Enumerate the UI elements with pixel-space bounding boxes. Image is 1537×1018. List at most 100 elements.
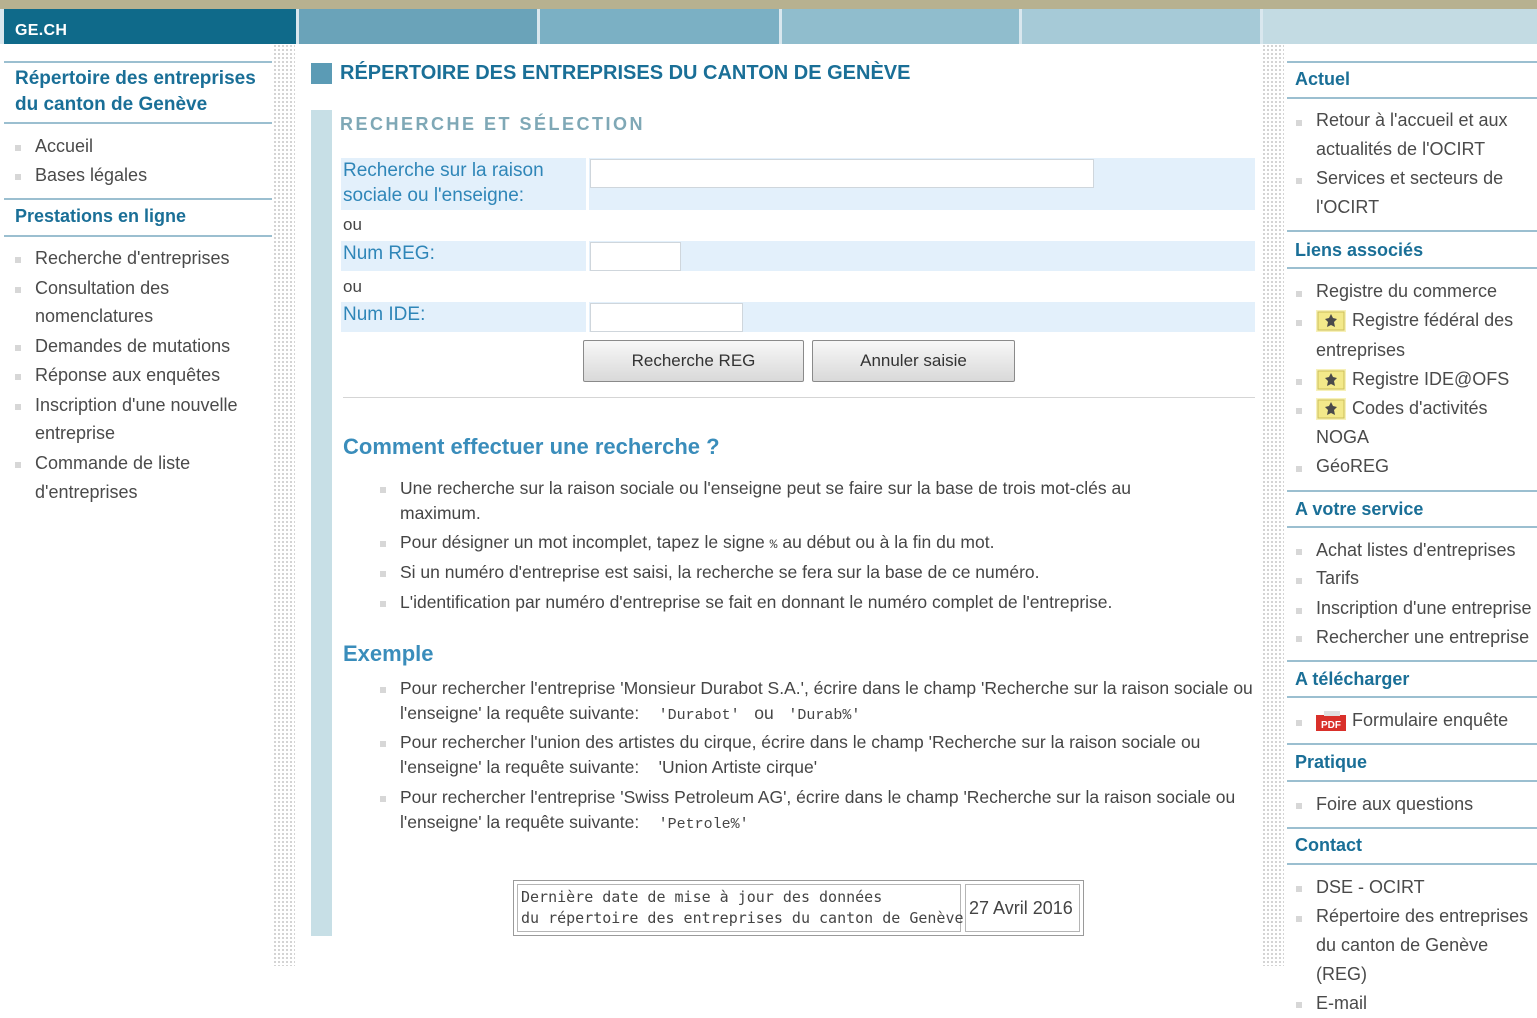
content-side-bar: [311, 110, 332, 936]
section-contact: Contact: [1295, 835, 1362, 855]
link-tarifs[interactable]: Tarifs: [1316, 564, 1359, 593]
bullet-icon: [1296, 886, 1302, 892]
form-cell-gap: [586, 241, 589, 271]
cancel-input-button[interactable]: Annuler saisie: [812, 340, 1015, 382]
link-codes-activites[interactable]: Codes d'activités: [1352, 394, 1488, 423]
bullet-icon: [380, 687, 386, 693]
link-inscription-entreprise[interactable]: Inscription d'une entreprise: [1316, 594, 1532, 623]
link-retour-accueil[interactable]: Retour à l'accueil et aux: [1316, 106, 1508, 135]
link-registre-ide[interactable]: Registre IDE@OFS: [1352, 365, 1509, 394]
divider: [1287, 863, 1537, 865]
external-link-icon: [1316, 369, 1346, 391]
bullet-icon: [1296, 178, 1302, 184]
num-reg-input[interactable]: [590, 242, 681, 271]
page-subtitle: RECHERCHE ET SÉLECTION: [340, 114, 646, 134]
form-row-reg: [341, 241, 1255, 271]
raison-sociale-input[interactable]: [590, 159, 1094, 188]
howto-item-number: Si un numéro d'entreprise est saisi, la …: [400, 562, 1040, 582]
link-foire-questions[interactable]: Foire aux questions: [1316, 790, 1473, 819]
howto-item-wildcard: Pour désigner un mot incomplet, tapez le…: [400, 530, 1260, 557]
update-date-cell: 27 Avril 2016: [965, 884, 1080, 932]
section-pratique: Pratique: [1295, 752, 1368, 772]
divider: [1287, 230, 1537, 232]
howto-heading: Comment effectuer une recherche ?: [343, 434, 720, 459]
bullet-icon: [1296, 291, 1302, 297]
link-rechercher-entreprise[interactable]: Rechercher une entreprise: [1316, 623, 1529, 652]
search-reg-button[interactable]: Recherche REG: [583, 340, 804, 382]
nav-commande-liste-cont[interactable]: d'entreprises: [35, 478, 138, 507]
section-a-telecharger: A télécharger: [1295, 669, 1410, 689]
nav-inscription-entreprise-cont[interactable]: entreprise: [35, 419, 115, 448]
nav-recherche-entreprises[interactable]: Recherche d'entreprises: [35, 244, 230, 273]
external-link-icon: [1316, 398, 1346, 420]
divider: [1287, 61, 1537, 63]
label-raison-sociale: Recherche sur la raison sociale ou l'ens…: [343, 160, 544, 206]
link-achat-listes[interactable]: Achat listes d'entreprises: [1316, 536, 1516, 565]
left-separator: [273, 44, 295, 966]
bullet-icon: [1296, 636, 1302, 642]
bullet-icon: [380, 541, 386, 547]
section-a-votre-service: A votre service: [1295, 499, 1424, 519]
external-link-icon: [1316, 310, 1346, 332]
banner-segment: [1263, 9, 1537, 44]
example-1-code-a: 'Durabot': [658, 707, 740, 724]
bullet-icon: [1296, 803, 1302, 809]
bullet-icon: [380, 601, 386, 607]
link-repertoire-entreprises-cont[interactable]: du canton de Genève: [1316, 931, 1488, 960]
nav-commande-liste[interactable]: Commande de liste: [35, 449, 190, 478]
link-registre-commerce[interactable]: Registre du commerce: [1316, 277, 1497, 306]
banner-segment: [299, 9, 537, 44]
bullet-icon: [15, 257, 21, 263]
divider: [1287, 743, 1537, 745]
or-separator: ou: [343, 215, 362, 234]
section-actuel: Actuel: [1295, 69, 1351, 89]
bullet-icon: [380, 741, 386, 747]
nav-reponse-enquetes[interactable]: Réponse aux enquêtes: [35, 361, 220, 390]
example-3-text: Pour rechercher l'entreprise 'Swiss Petr…: [400, 787, 1236, 832]
nav-consultation-nomenclatures-cont[interactable]: nomenclatures: [35, 302, 153, 331]
pdf-icon: PDF: [1316, 711, 1346, 731]
link-registre-federal[interactable]: Registre fédéral des: [1352, 306, 1513, 335]
link-email[interactable]: E-mail: [1316, 989, 1367, 1018]
link-georeg[interactable]: GéoREG: [1316, 452, 1389, 481]
update-table: Dernière date de mise à jour des données…: [513, 880, 1084, 936]
link-services-secteurs[interactable]: Services et secteurs de: [1316, 164, 1503, 193]
example-3-code: 'Petrole%': [658, 816, 749, 833]
bullet-icon: [1296, 578, 1302, 584]
left-site-title[interactable]: Répertoire des entreprises du canton de …: [15, 66, 270, 118]
nav-bases-legales[interactable]: Bases légales: [35, 161, 147, 190]
nav-demandes-mutations[interactable]: Demandes de mutations: [35, 332, 230, 361]
num-ide-input[interactable]: [590, 303, 743, 332]
link-formulaire-enquete[interactable]: Formulaire enquête: [1352, 706, 1508, 735]
divider: [1287, 490, 1537, 492]
bullet-icon: [1296, 466, 1302, 472]
link-registre-federal-cont[interactable]: entreprises: [1316, 336, 1405, 365]
bullet-icon: [380, 796, 386, 802]
link-repertoire-entreprises[interactable]: Répertoire des entreprises: [1316, 902, 1528, 931]
example-1-code-b: 'Durab%': [788, 707, 861, 724]
bullet-icon: [1296, 408, 1302, 414]
label-num-reg: Num REG:: [343, 243, 435, 264]
link-dse-ocirt[interactable]: DSE - OCIRT: [1316, 873, 1425, 902]
bullet-icon: [15, 404, 21, 410]
nav-accueil[interactable]: Accueil: [35, 132, 93, 161]
example-2-code: 'Union Artiste cirque': [658, 757, 818, 777]
link-services-secteurs-cont[interactable]: l'OCIRT: [1316, 193, 1379, 222]
nav-inscription-entreprise[interactable]: Inscription d'une nouvelle: [35, 391, 238, 420]
link-codes-activites-cont[interactable]: NOGA: [1316, 423, 1369, 452]
or-separator: ou: [343, 277, 362, 296]
divider: [1287, 97, 1537, 99]
bullet-icon: [380, 487, 386, 493]
bullet-icon: [1296, 320, 1302, 326]
link-repertoire-entreprises-reg[interactable]: (REG): [1316, 960, 1367, 989]
bullet-icon: [1296, 916, 1302, 922]
link-retour-accueil-cont[interactable]: actualités de l'OCIRT: [1316, 135, 1485, 164]
example-item-3: Pour rechercher l'entreprise 'Swiss Petr…: [400, 785, 1260, 837]
nav-consultation-nomenclatures[interactable]: Consultation des: [35, 274, 169, 303]
example-item-2: Pour rechercher l'union des artistes du …: [400, 730, 1260, 780]
divider: [1287, 526, 1537, 528]
example-heading: Exemple: [343, 641, 434, 666]
divider: [1287, 780, 1537, 782]
site-brand-link[interactable]: GE.CH: [15, 22, 67, 40]
form-cell-gap: [586, 158, 589, 210]
